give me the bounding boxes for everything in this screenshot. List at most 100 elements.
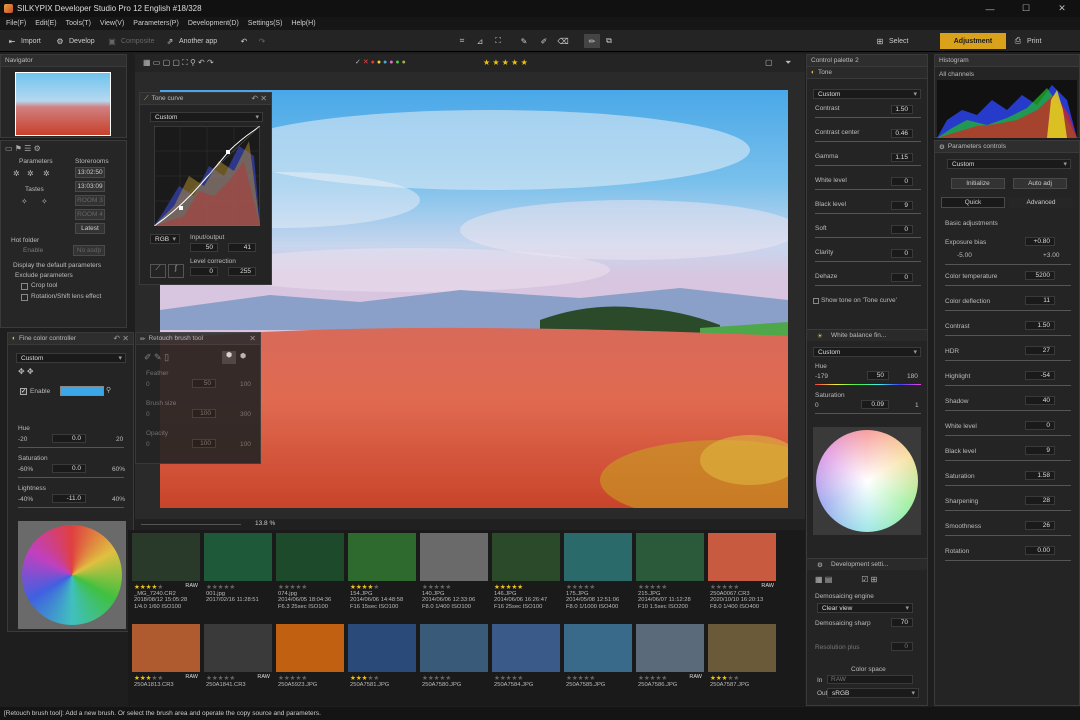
thumbnail[interactable]: ★★★★★ RAW 250A0067.CR3 2020/10/10 16:20:… (708, 533, 776, 625)
thumbnail-image[interactable] (132, 624, 200, 672)
param-row-slider[interactable] (945, 435, 1071, 436)
thumbnail-image[interactable] (204, 533, 272, 581)
menu-view[interactable]: View(V) (100, 20, 124, 27)
thumbnail[interactable]: ★★★★★ RAW 250A7586.JPG (636, 624, 704, 706)
thumbnail-stars[interactable]: ★★★★★ (350, 674, 379, 682)
thumbnail-image[interactable] (636, 624, 704, 672)
zoom-slider[interactable] (141, 524, 241, 525)
fc-hue-value[interactable]: 0.0 (52, 434, 86, 443)
param-row-slider[interactable] (945, 360, 1071, 361)
tone-row-slider[interactable] (815, 213, 921, 214)
tone-input-value[interactable]: 50 (190, 243, 218, 252)
another-app-button[interactable]: ⇗ Another app (164, 34, 218, 48)
thumbnail[interactable]: ★★★★★ RAW _MG_7240.CR2 2018/08/12 15:05:… (132, 533, 200, 625)
fine-color-preset[interactable]: Custom (16, 353, 126, 363)
param-row-slider[interactable] (945, 485, 1071, 486)
rotate-icon[interactable]: ⊿ (474, 34, 486, 48)
brush-add-icon[interactable]: ⬢ (222, 351, 236, 364)
wb-sat-slider[interactable] (815, 413, 921, 414)
star-rating-filter[interactable]: ★ ★ ★ ★ ★ (483, 58, 528, 67)
tone-preset-select[interactable]: Custom (813, 89, 921, 99)
adjustment-mode-button[interactable]: Adjustment (940, 33, 1006, 49)
storeroom-3[interactable]: ROOM 3 (75, 195, 105, 206)
fc-light-value[interactable]: -11.0 (52, 494, 86, 503)
print-mode-button[interactable]: ⎙ Print (1012, 34, 1042, 48)
thumbnail-stars[interactable]: ★★★★★ (566, 674, 595, 682)
param-row-value[interactable]: 27 (1025, 346, 1055, 355)
histogram-channel[interactable]: All channels (939, 71, 974, 78)
menu-edit[interactable]: Edit(E) (35, 20, 56, 27)
tone-row-slider[interactable] (815, 117, 921, 118)
perspective-icon[interactable]: ⛶ (492, 34, 504, 48)
param-row-value[interactable]: 1.50 (1025, 321, 1055, 330)
storeroom-4[interactable]: ROOM 4 (75, 209, 105, 220)
demosaic-select[interactable]: Clear view (817, 603, 913, 613)
menu-file[interactable]: File(F) (6, 20, 26, 27)
param-row-value[interactable]: 1.58 (1025, 471, 1055, 480)
fc-sat-value[interactable]: 0.0 (52, 464, 86, 473)
param-row-value[interactable]: 28 (1025, 496, 1055, 505)
wb-hue-value[interactable]: 50 (867, 371, 889, 380)
tone-channel-select[interactable]: RGB (150, 234, 180, 244)
thumbnail-stars[interactable]: ★★★★★ (638, 583, 667, 591)
thumbnail-image[interactable] (492, 533, 560, 581)
thumbnail[interactable]: ★★★★★ 250A7581.JPG (348, 624, 416, 706)
thumbnail-stars[interactable]: ★★★★★ (278, 674, 307, 682)
param-row-value[interactable]: 0.00 (1025, 546, 1055, 555)
navigator-thumbnail[interactable] (15, 72, 111, 136)
feather-value[interactable]: 50 (192, 379, 216, 388)
fc-light-slider[interactable] (18, 507, 124, 508)
tone-row-value[interactable]: 0 (891, 177, 913, 186)
thumbnail-image[interactable] (564, 624, 632, 672)
cs-out-select[interactable]: sRGB (827, 688, 919, 698)
viewer-view-icons[interactable]: ▦ ▭ ▢ ▢ ⛶ ⚲ ↶ ↷ (143, 58, 214, 68)
filter-icon[interactable]: ⏷ (785, 58, 791, 68)
param-row-slider[interactable] (945, 335, 1071, 336)
retouch-tool-icons[interactable]: ✐ ✎ ▯ (144, 352, 169, 363)
undo-icon[interactable]: ↶ (238, 34, 250, 48)
tone-row-slider[interactable] (815, 165, 921, 166)
thumbnail-image[interactable] (276, 624, 344, 672)
param-row-slider[interactable] (945, 410, 1071, 411)
zoom-value[interactable]: 13.8 % (255, 520, 275, 527)
tone-row-value[interactable]: 0.46 (891, 129, 913, 138)
thumbnail[interactable]: ★★★★★ 215.JPG 2014/06/07 11:12:28 F10 1.… (636, 533, 704, 625)
thumbnail[interactable]: ★★★★★ 250A7584.JPG (492, 624, 560, 706)
thumbnail-image[interactable] (492, 624, 560, 672)
dev-section-header[interactable]: ⚙ Development setti... (807, 558, 927, 570)
param-preset-icon-3[interactable]: ✲ (43, 169, 50, 178)
spot-remove-icon[interactable]: ✎ (518, 34, 530, 48)
thumbnail-image[interactable] (420, 533, 488, 581)
taste-icon-2[interactable]: ✧ (41, 197, 48, 206)
eyedropper-icon[interactable]: ⚲ (106, 386, 111, 394)
param-row-value[interactable]: -54 (1025, 371, 1055, 380)
thumbnail[interactable]: ★★★★★ 175.JPG 2014/05/08 12:51:06 F8.0 1… (564, 533, 632, 625)
thumbnail-stars[interactable]: ★★★★★ (710, 583, 739, 591)
thumbnail[interactable]: ★★★★★ 154.JPG 2014/06/06 14:48:58 F16 15… (348, 533, 416, 625)
param-row-slider[interactable] (945, 310, 1071, 311)
thumbnail-stars[interactable]: ★★★★★ (494, 674, 523, 682)
fc-hue-slider[interactable] (18, 447, 124, 448)
thumbnail[interactable]: ★★★★★ RAW 250A1813.CR3 (132, 624, 200, 706)
thumbnail-stars[interactable]: ★★★★★ (206, 674, 235, 682)
tone-row-value[interactable]: 9 (891, 201, 913, 210)
menu-settings[interactable]: Settings(S) (248, 20, 283, 27)
param-row-slider[interactable] (945, 460, 1071, 461)
thumbnail-stars[interactable]: ★★★★★ (422, 583, 451, 591)
param-row-slider[interactable] (945, 510, 1071, 511)
develop-button[interactable]: ⚙ Develop (54, 34, 94, 48)
thumbnail-image[interactable] (132, 533, 200, 581)
initialize-button[interactable]: Initialize (951, 178, 1005, 189)
thumbnail[interactable]: ★★★★★ 074.jpg 2014/06/05 18:04:36 F6.3 2… (276, 533, 344, 625)
param-row-slider[interactable] (945, 285, 1071, 286)
retouch-close-icon[interactable]: ✕ (249, 334, 256, 343)
thumbnail-image[interactable] (564, 533, 632, 581)
tone-row-slider[interactable] (815, 285, 921, 286)
wb-color-wheel-area[interactable] (813, 427, 921, 535)
tone-curve-preset[interactable]: Custom (150, 112, 263, 122)
wb-hue-slider[interactable] (815, 384, 921, 385)
thumbnail[interactable]: ★★★★★ 140.JPG 2014/06/06 12:33:06 F8.0 1… (420, 533, 488, 625)
import-button[interactable]: ⇤ Import (6, 34, 41, 48)
param-row-slider[interactable] (945, 560, 1071, 561)
close-button[interactable]: ✕ (1044, 0, 1080, 17)
